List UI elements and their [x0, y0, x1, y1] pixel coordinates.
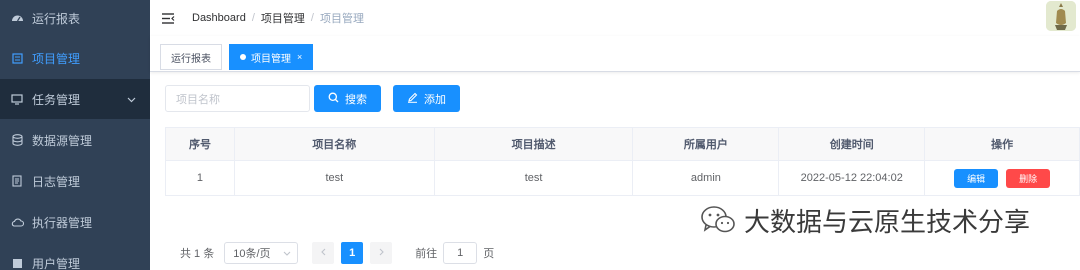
sidebar-item-label: 执行器管理: [32, 215, 93, 230]
dashboard-icon: [10, 11, 24, 25]
close-icon[interactable]: ×: [297, 52, 302, 62]
add-button[interactable]: 添加: [393, 85, 460, 112]
table-cell: test: [234, 161, 435, 196]
document-icon: [10, 174, 24, 188]
sidebar-item-log[interactable]: 日志管理: [0, 161, 150, 201]
next-page-button[interactable]: [370, 242, 393, 264]
add-button-label: 添加: [424, 93, 446, 106]
pagination-total: 共 1 条: [180, 248, 215, 260]
sidebar-item-user[interactable]: 用户管理: [0, 243, 150, 270]
search-button[interactable]: 搜索: [314, 85, 381, 112]
sidebar-item-label: 用户管理: [32, 256, 81, 270]
table-cell: 2022-05-12 22:04:02: [779, 161, 926, 196]
sidebar-item-label: 运行报表: [32, 11, 81, 26]
project-name-input[interactable]: 项目名称: [165, 85, 310, 112]
search-placeholder: 项目名称: [176, 93, 220, 106]
column-header: 所属用户: [633, 128, 780, 161]
wechat-icon: [700, 204, 736, 236]
hamburger-icon[interactable]: [162, 11, 176, 25]
project-table: 序号 项目名称 项目描述 所属用户 创建时间 操作 1 test test ad…: [165, 127, 1080, 196]
sidebar-item-project[interactable]: 项目管理: [0, 38, 150, 78]
monitor-icon: [10, 92, 24, 106]
prev-page-button[interactable]: [312, 242, 335, 264]
search-button-label: 搜索: [345, 93, 367, 106]
table-row: 1 test test admin 2022-05-12 22:04:02 编辑…: [166, 161, 1080, 196]
breadcrumb-item[interactable]: 项目管理: [261, 10, 305, 26]
list-icon: [10, 51, 24, 65]
sidebar-item-dashboard[interactable]: 运行报表: [0, 0, 150, 38]
chevron-left-icon: [320, 247, 326, 259]
breadcrumb-separator: /: [310, 12, 314, 24]
tag-label: 运行报表: [171, 53, 211, 65]
column-header: 项目描述: [434, 128, 634, 161]
sidebar-item-label: 项目管理: [32, 51, 81, 66]
tags-view: 运行报表 项目管理 ×: [150, 36, 1080, 72]
avatar[interactable]: [1046, 1, 1076, 31]
watermark: 大数据与云原生技术分享: [700, 200, 1030, 240]
column-header: 操作: [925, 128, 1080, 161]
cloud-icon: [10, 215, 24, 229]
goto-suffix: 页: [483, 248, 495, 260]
page-size-value: 10条/页: [233, 248, 271, 260]
chevron-down-icon: [283, 247, 291, 259]
goto-prefix: 前往: [415, 248, 438, 260]
sidebar-item-label: 日志管理: [32, 174, 81, 189]
breadcrumb-item: 项目管理: [319, 13, 364, 25]
sidebar-item-label: 数据源管理: [32, 133, 93, 148]
table-cell: admin: [633, 161, 780, 196]
column-header: 序号: [166, 128, 235, 161]
breadcrumb-separator: /: [251, 12, 255, 24]
sidebar-item-datasource[interactable]: 数据源管理: [0, 120, 150, 160]
column-header: 项目名称: [234, 128, 435, 161]
page-number-current[interactable]: 1: [341, 242, 364, 264]
sidebar-item-task[interactable]: 任务管理: [0, 79, 150, 119]
table-header-row: 序号 项目名称 项目描述 所属用户 创建时间 操作: [166, 128, 1080, 161]
delete-button[interactable]: 删除: [1006, 168, 1051, 188]
tag-project[interactable]: 项目管理 ×: [229, 44, 314, 70]
sidebar-item-executor[interactable]: 执行器管理: [0, 202, 150, 242]
database-icon: [10, 133, 24, 147]
user-icon: [10, 256, 24, 270]
table-cell-actions: 编辑 删除: [925, 161, 1080, 196]
table-cell: test: [434, 161, 634, 196]
edit-icon: [407, 92, 418, 106]
chevron-right-icon: [379, 247, 384, 259]
page-jumper: 前往 1 页: [415, 242, 494, 264]
pagination: 共 1 条 10条/页 1 前往 1 页: [180, 242, 494, 264]
table-cell: 1: [166, 161, 235, 196]
active-dot-icon: [240, 54, 246, 60]
edit-button[interactable]: 编辑: [954, 168, 999, 188]
tag-label: 项目管理: [251, 53, 291, 65]
tag-dashboard[interactable]: 运行报表: [160, 44, 222, 70]
column-header: 创建时间: [779, 128, 926, 161]
page-size-select[interactable]: 10条/页: [224, 242, 299, 264]
breadcrumb-item[interactable]: Dashboard: [192, 12, 246, 24]
breadcrumb: Dashboard / 项目管理 / 项目管理: [192, 10, 364, 26]
sidebar: 运行报表 项目管理 任务管理 数据源管理 日志管理 执行器管理 用户管理: [0, 0, 150, 270]
search-icon: [328, 92, 339, 106]
goto-page-input[interactable]: 1: [443, 242, 478, 264]
chevron-down-icon: [127, 92, 136, 106]
sidebar-item-label: 任务管理: [32, 92, 81, 107]
watermark-text: 大数据与云原生技术分享: [744, 206, 1031, 237]
navbar: Dashboard / 项目管理 / 项目管理: [150, 0, 1080, 36]
